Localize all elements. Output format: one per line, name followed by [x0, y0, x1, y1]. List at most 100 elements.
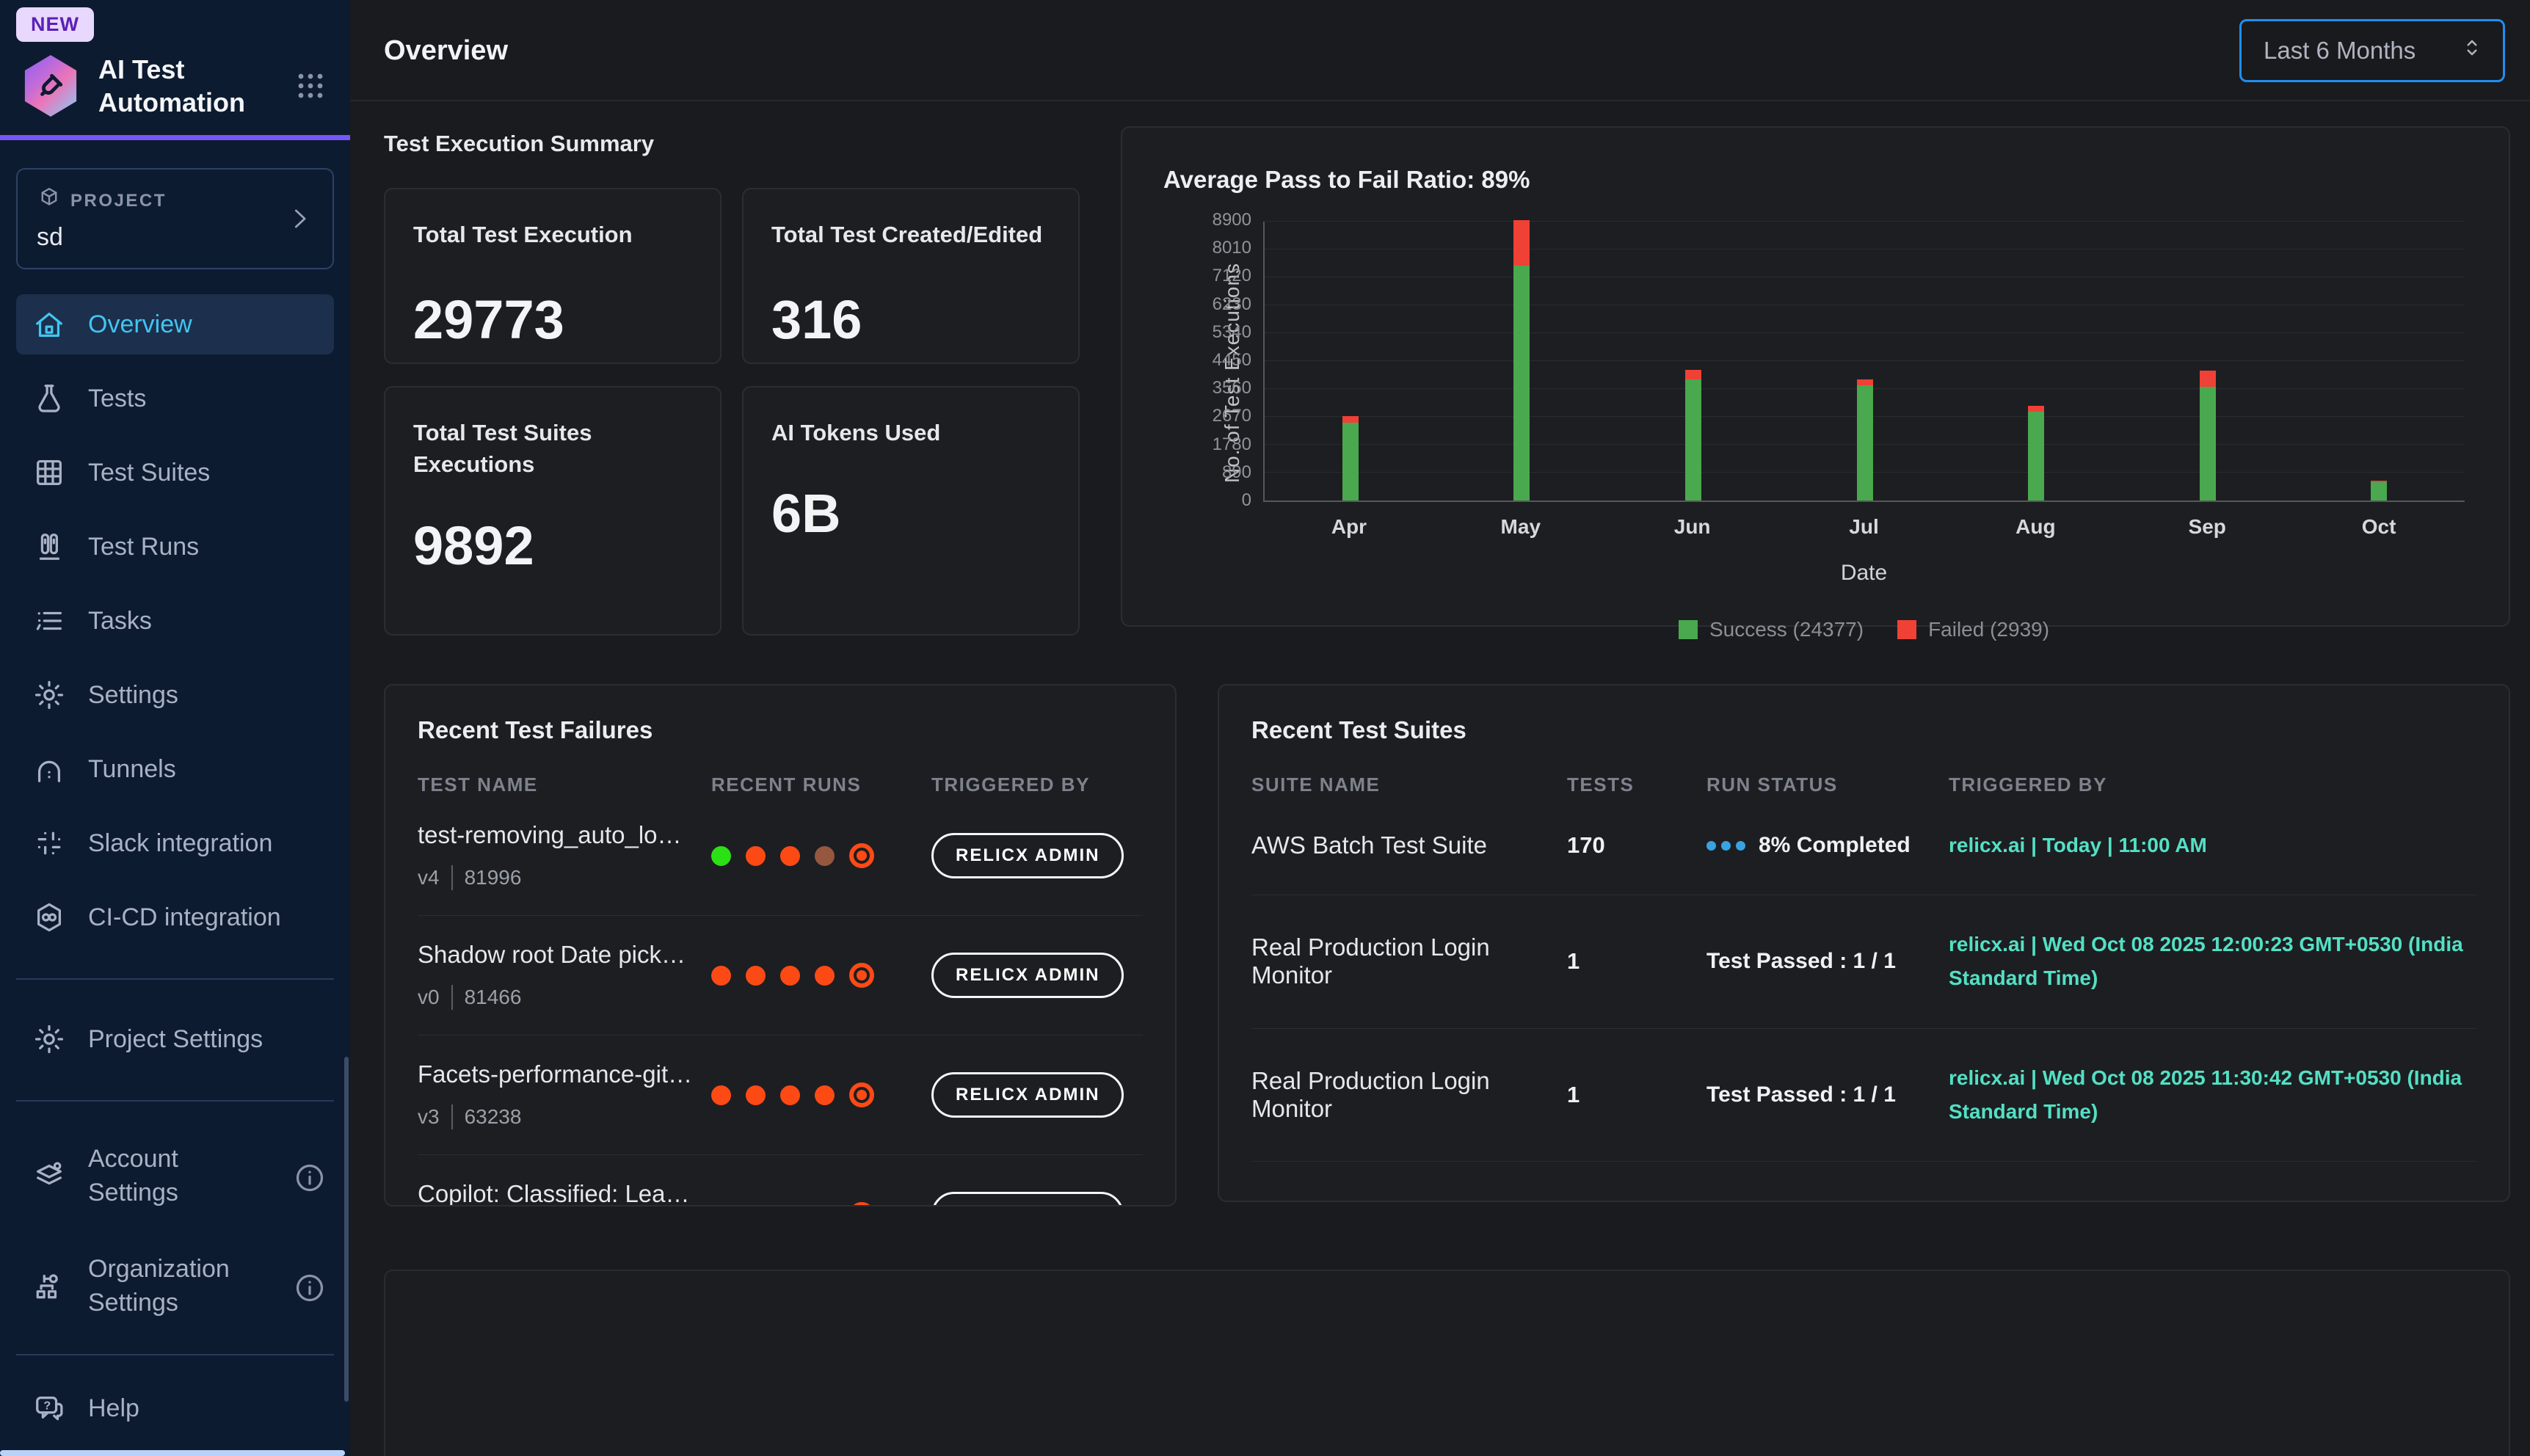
failure-row-3[interactable]: Copilot: Classified: Leave...v663129 RELI… [418, 1154, 1143, 1206]
sidebar-item-help[interactable]: ? Help [16, 1380, 334, 1438]
sidebar-item-organization-settings[interactable]: Organization Settings [16, 1241, 334, 1332]
sidebar-item-account-settings[interactable]: Account Settings [16, 1131, 334, 1222]
triggered-by-button[interactable]: RELICX ADMIN [931, 1072, 1124, 1118]
failure-row-0[interactable]: test-removing_auto_login...v481996RELICX… [418, 796, 1143, 915]
suite-triggered-by[interactable]: relicx.ai | Wed Oct 08 2025 11:30:42 GMT… [1949, 1061, 2476, 1129]
legend-swatch [1897, 620, 1916, 639]
run-status-text: Test Passed : 1 / 1 [1706, 1082, 1896, 1107]
y-axis-ticks: 0890178026703560445053406230712080108900 [1196, 222, 1263, 502]
sidebar-item-tests[interactable]: Tests [16, 368, 334, 429]
date-range-select[interactable]: Last 6 Months [2239, 19, 2505, 82]
sidebar-item-label: Tasks [88, 607, 152, 636]
suite-row-3[interactable]: Real Production Login Monitor1Test Passe… [1251, 1161, 2476, 1202]
run-status-target-icon [849, 1202, 874, 1206]
sidebar-item-test-suites[interactable]: Test Suites [16, 443, 334, 503]
suites-title: Recent Test Suites [1251, 716, 2476, 744]
documentation-card: Harness AI Test Automation Documentation… [384, 1270, 2510, 1456]
gear-icon [32, 678, 66, 712]
sidebar-nav-account: Account Settings Organization Settings [0, 1131, 350, 1332]
sidebar-item-label: Slack integration [88, 829, 272, 858]
bar-group-aug [1950, 222, 2122, 500]
suite-triggered-by[interactable]: relicx.ai | Wed Oct 08 2025 11:00:44 GMT… [1949, 1194, 2476, 1202]
run-status-dot [711, 846, 731, 866]
bar-success-segment [1857, 385, 1873, 500]
bar-group-sep [2122, 222, 2294, 500]
x-axis-title: Date [1263, 561, 2465, 586]
triggered-by-button[interactable]: RELICX ADMIN [931, 833, 1124, 878]
legend-item: Failed (2939) [1897, 618, 2049, 641]
bar-failed-segment [1342, 416, 1359, 422]
project-selector[interactable]: PROJECT sd [16, 168, 334, 269]
stat-card-label: Total Test Execution [413, 219, 692, 250]
run-status-dot [780, 1205, 800, 1207]
suite-tests-count: 1 [1567, 948, 1706, 975]
y-tick-label: 6230 [1213, 294, 1251, 315]
run-status-dot [711, 1205, 731, 1207]
bar-success-segment [2371, 482, 2387, 500]
failure-name-cell: Facets-performance-gitla...v363238 [418, 1060, 711, 1129]
run-status-dot [815, 1205, 835, 1207]
bar-failed-segment [2028, 406, 2044, 412]
suite-row-1[interactable]: Real Production Login Monitor1Test Passe… [1251, 895, 2476, 1027]
test-name: Facets-performance-gitla... [418, 1060, 711, 1088]
run-status-dot [780, 1085, 800, 1105]
failure-row-1[interactable]: Shadow root Date picker ...v081466RELICX… [418, 915, 1143, 1035]
horizontal-scrollbar[interactable] [0, 1450, 345, 1456]
sidebar-item-overview[interactable]: Overview [16, 294, 334, 354]
y-tick-label: 7120 [1213, 266, 1251, 286]
sidebar-item-settings[interactable]: Settings [16, 665, 334, 725]
stat-card-label: Total Test Created/Edited [771, 219, 1050, 250]
sidebar-item-project-settings[interactable]: Project Settings [16, 1009, 334, 1069]
apps-grid-icon[interactable] [293, 68, 328, 103]
run-status-dot [746, 966, 766, 986]
sidebar-item-label: Account Settings [88, 1143, 271, 1210]
suite-triggered-by[interactable]: relicx.ai | Today | 11:00 AM [1949, 829, 2476, 862]
triggered-by-button[interactable]: RELICX ADMIN [931, 1192, 1124, 1206]
vertical-scrollbar[interactable] [344, 1057, 349, 1402]
sidebar-header: NEW AI Test Automation [0, 0, 350, 140]
y-tick-label: 1780 [1213, 434, 1251, 455]
new-badge: NEW [16, 7, 94, 42]
bar-group-oct [2293, 222, 2465, 500]
sidebar-item-test-runs[interactable]: Test Runs [16, 517, 334, 577]
section-title: Test Execution Summary [384, 131, 1080, 157]
x-tick-label: Sep [2121, 515, 2293, 539]
run-status-target-icon [849, 963, 874, 988]
bar-failed-segment [1513, 220, 1530, 266]
y-tick-label: 890 [1222, 462, 1251, 483]
test-name: test-removing_auto_login... [418, 821, 711, 849]
test-tube-icon [32, 67, 70, 105]
run-status-dot [711, 1085, 731, 1105]
sidebar-item-label: CI-CD integration [88, 903, 281, 932]
chart-plot-area [1263, 222, 2465, 502]
run-status-dot [711, 966, 731, 986]
bar-failed-segment [1685, 370, 1701, 379]
info-icon[interactable] [293, 1271, 324, 1302]
sidebar-item-cicd-integration[interactable]: CI-CD integration [16, 887, 334, 947]
failure-name-cell: Copilot: Classified: Leave...v663129 [418, 1180, 711, 1206]
gear-icon [32, 1022, 66, 1056]
sidebar-item-slack-integration[interactable]: Slack integration [16, 813, 334, 873]
sidebar-item-tunnels[interactable]: Tunnels [16, 739, 334, 799]
x-tick-label: Apr [1263, 515, 1435, 539]
stat-card-value: 316 [771, 288, 1050, 351]
stat-cards: Total Test Execution29773Total Test Crea… [384, 188, 1080, 636]
cube-icon [37, 186, 62, 216]
suite-row-0[interactable]: AWS Batch Test Suite1708% Completedrelic… [1251, 796, 2476, 895]
bar-group-may [1436, 222, 1608, 500]
failure-row-2[interactable]: Facets-performance-gitla...v363238 RELICX… [418, 1035, 1143, 1154]
sidebar-item-tasks[interactable]: Tasks [16, 591, 334, 651]
run-status-text: Test Passed : 1 / 1 [1706, 949, 1896, 974]
accent-bar [0, 135, 350, 140]
main-header: Overview Last 6 Months [350, 0, 2530, 101]
y-tick-label: 8010 [1213, 238, 1251, 258]
stat-card-3: AI Tokens Used6B [742, 386, 1080, 636]
x-tick-label: Aug [1949, 515, 2121, 539]
app-logo [22, 55, 79, 117]
triggered-by-button[interactable]: RELICX ADMIN [931, 953, 1124, 998]
y-tick-label: 3560 [1213, 378, 1251, 398]
test-version: v4 [418, 866, 440, 889]
suite-row-2[interactable]: Real Production Login Monitor1Test Passe… [1251, 1028, 2476, 1161]
suite-triggered-by[interactable]: relicx.ai | Wed Oct 08 2025 12:00:23 GMT… [1949, 928, 2476, 995]
info-icon[interactable] [293, 1161, 324, 1192]
